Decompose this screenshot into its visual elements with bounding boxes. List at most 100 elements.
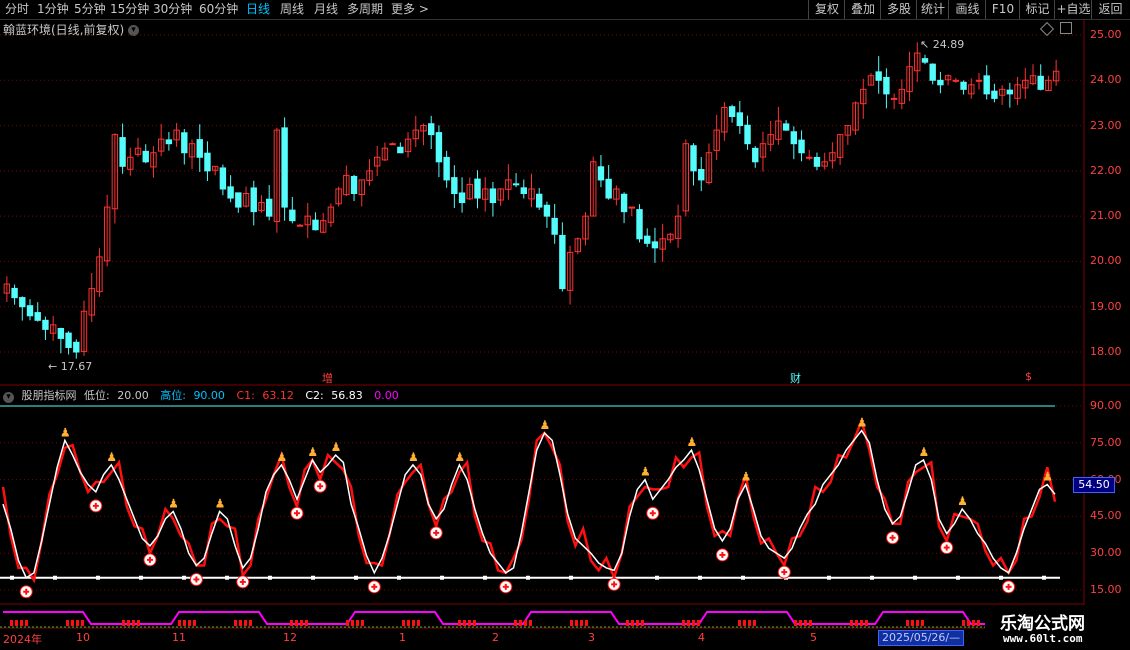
period-tab-timeshare[interactable]: 分时 — [5, 2, 29, 16]
top-signal-icon: ♟ — [60, 425, 71, 439]
candle-body — [983, 75, 990, 95]
indicator-tick-label: 75.00 — [1090, 435, 1122, 449]
mark-button[interactable]: 标记 — [1019, 0, 1055, 19]
candle-body — [211, 165, 219, 171]
stats-button[interactable]: 统计 — [916, 0, 949, 19]
watermark-url: www.60lt.com — [1003, 632, 1083, 645]
price-tick-label: 19.00 — [1090, 299, 1122, 313]
bottom-band-bar — [809, 620, 812, 626]
back-button[interactable]: 返回 — [1091, 0, 1129, 19]
top-signal-icon: ♟ — [408, 450, 419, 464]
overlay-button[interactable]: 叠加 — [844, 0, 881, 19]
candle-body — [96, 256, 103, 293]
candle-body — [759, 143, 767, 158]
candle-body — [57, 327, 65, 339]
candle-body — [181, 132, 188, 154]
bottom-band-bar — [738, 620, 741, 626]
period-tab-weekly[interactable]: 周线 — [280, 2, 304, 16]
bottom-band-bar — [860, 620, 863, 626]
low-level-dot — [655, 575, 659, 580]
low-level-dot — [225, 575, 229, 580]
bottom-band-bar — [20, 620, 23, 626]
bottom-band-bar — [753, 620, 756, 626]
period-tab-30min[interactable]: 30分钟 — [153, 2, 192, 16]
price-tick-label: 20.00 — [1090, 254, 1122, 268]
stock-chart-svg[interactable]: ♟ ♟ ♟ ♟ ♟ ♟ ♟ ♟ ♟ ♟ ♟ ♟ ♟ ♟ ♟ ♟ ♟ — [0, 0, 1130, 650]
event-increase-marker[interactable]: 增 — [322, 370, 333, 386]
candle-body — [775, 120, 782, 140]
fuquan-button[interactable]: 复权 — [808, 0, 845, 19]
candle-body — [451, 177, 458, 194]
candle-body — [512, 183, 520, 186]
candle-body — [806, 156, 813, 159]
bottom-band-bar — [193, 620, 196, 626]
candle-body — [127, 156, 134, 170]
chart-title[interactable]: 翰蓝环境(日线,前复权) ▾ — [3, 21, 140, 38]
candle-body — [674, 215, 682, 239]
date-tick-label: 2 — [492, 631, 499, 644]
candle-body — [767, 134, 774, 145]
date-tick-label: 3 — [588, 631, 595, 644]
low-level-dot — [139, 575, 143, 580]
candle-body — [883, 76, 890, 95]
event-finance-marker[interactable]: 财 — [790, 370, 801, 386]
bottom-band-bar — [529, 620, 532, 626]
low-level-dot — [870, 575, 874, 580]
bottom-band-bar — [631, 620, 634, 626]
candle-body — [752, 147, 759, 163]
period-tab-60min[interactable]: 60分钟 — [199, 2, 238, 16]
multi-stock-button[interactable]: 多股 — [880, 0, 917, 19]
top-signal-icon: ♟ — [168, 496, 179, 510]
candle-body — [975, 79, 983, 82]
expand-icon[interactable] — [1060, 22, 1072, 34]
period-tab-1min[interactable]: 1分钟 — [37, 2, 69, 16]
candle-body — [628, 206, 635, 209]
candle-body — [250, 187, 257, 213]
period-tab-more[interactable]: 更多 > — [391, 2, 429, 16]
top-signal-icon: ♟ — [307, 445, 318, 459]
bottom-band-bar — [127, 620, 130, 626]
bottom-band-line — [3, 611, 1051, 625]
current-value-badge: 54.50 — [1073, 477, 1115, 493]
period-tab-15min[interactable]: 15分钟 — [110, 2, 149, 16]
bottom-band-bar — [234, 620, 237, 626]
f10-button[interactable]: F10 — [985, 0, 1020, 19]
period-tab-5min[interactable]: 5分钟 — [74, 2, 106, 16]
candle-body — [65, 332, 72, 348]
bottom-band-bar — [122, 620, 125, 626]
bottom-band-bar — [804, 620, 807, 626]
period-tab-daily[interactable]: 日线 — [246, 2, 270, 16]
date-tick-label: 4 — [698, 631, 705, 644]
candle-body — [443, 156, 450, 181]
bottom-band-bar — [402, 620, 405, 626]
candle-body — [134, 147, 142, 155]
period-tab-monthly[interactable]: 月线 — [314, 2, 338, 16]
low-level-dot — [1042, 575, 1046, 580]
top-signal-icon: ♟ — [276, 450, 287, 464]
bottom-band-bar — [25, 620, 28, 626]
settings-diamond-icon[interactable] — [1039, 21, 1055, 37]
candle-body — [188, 143, 196, 158]
add-watchlist-button[interactable]: +自选 — [1054, 0, 1092, 19]
candle-body — [651, 241, 659, 249]
event-dividend-marker[interactable]: $ — [1025, 370, 1032, 383]
candle-body — [474, 178, 481, 199]
top-signal-icon: ♟ — [106, 450, 117, 464]
top-signal-icon: ♟ — [1042, 470, 1053, 484]
period-tab-multi[interactable]: 多周期 — [347, 2, 383, 16]
candle-body — [435, 132, 443, 163]
low-level-dot — [698, 575, 702, 580]
bottom-band-bar — [850, 620, 853, 626]
low-level-dot — [268, 575, 272, 580]
indicator-title[interactable]: ▾ 股朋指标网 低位: 20.00 高位: 90.00 C1: 63.12 C2… — [3, 387, 403, 403]
low-level-dot — [483, 575, 487, 580]
low-level-dot — [827, 575, 831, 580]
chevron-down-icon[interactable]: ▾ — [128, 25, 140, 36]
candle-body — [358, 179, 365, 195]
chevron-down-icon[interactable]: ▾ — [3, 392, 14, 403]
draw-line-button[interactable]: 画线 — [948, 0, 986, 19]
current-date-box[interactable]: 2025/05/26/— — [878, 630, 965, 646]
bottom-band-bar — [748, 620, 751, 626]
candle-body — [875, 71, 882, 81]
candle-body — [528, 188, 535, 200]
